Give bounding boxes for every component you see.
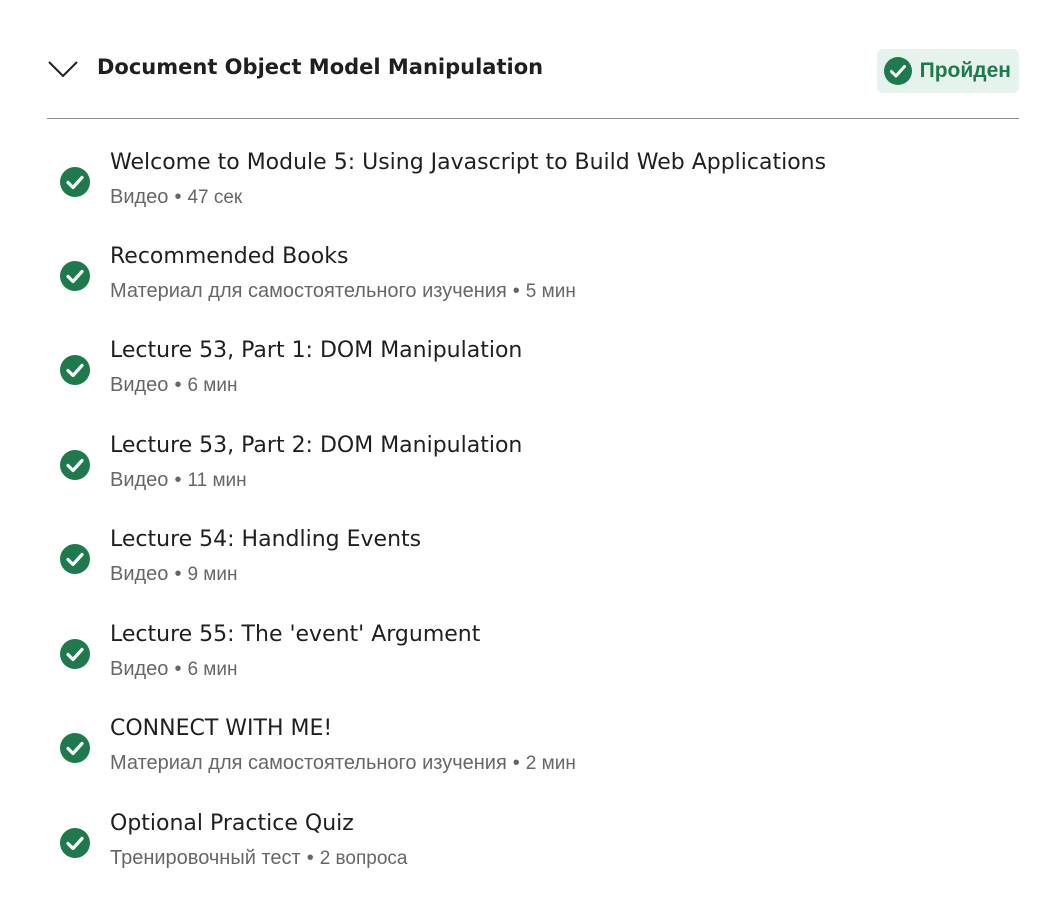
item-type: Материал для самостоятельного изучения — [110, 752, 507, 774]
item-type: Видео — [110, 563, 169, 585]
item-duration: 6 мин — [187, 375, 238, 396]
item-duration: 6 мин — [187, 659, 238, 680]
list-item[interactable]: CONNECT WITH ME! Материал для самостояте… — [60, 716, 1010, 786]
meta-separator: • — [512, 280, 520, 302]
item-type: Тренировочный тест — [110, 847, 301, 869]
check-circle-icon — [60, 450, 90, 480]
item-type: Материал для самостоятельного изучения — [110, 280, 507, 302]
meta-separator: • — [174, 658, 182, 680]
item-meta: Видео • 6 мин — [110, 374, 237, 397]
item-type: Видео — [110, 469, 169, 491]
item-duration: 47 сек — [187, 187, 243, 208]
item-title[interactable]: Recommended Books — [110, 244, 348, 269]
item-title[interactable]: CONNECT WITH ME! — [110, 716, 332, 741]
item-duration: 11 мин — [187, 470, 247, 491]
meta-separator: • — [174, 374, 182, 396]
item-duration: 9 мин — [187, 564, 238, 585]
item-meta: Материал для самостоятельного изучения • 5… — [110, 280, 576, 303]
check-circle-icon — [883, 57, 912, 85]
check-circle-icon — [60, 639, 90, 669]
status-label: Пройден — [919, 59, 1011, 82]
item-meta: Видео • 47 сек — [110, 186, 242, 209]
item-meta: Видео • 6 мин — [110, 658, 237, 681]
item-title[interactable]: Optional Practice Quiz — [110, 811, 354, 836]
list-item[interactable]: Lecture 53, Part 2: DOM Manipulation Вид… — [60, 433, 1010, 503]
status-badge: Пройден — [876, 49, 1019, 93]
check-circle-icon — [60, 167, 90, 197]
item-title[interactable]: Welcome to Module 5: Using Javascript to… — [110, 150, 826, 175]
item-meta: Видео • 9 мин — [110, 563, 237, 586]
check-circle-icon — [60, 261, 90, 291]
meta-separator: • — [306, 847, 314, 869]
item-duration: 2 мин — [525, 753, 576, 774]
meta-separator: • — [174, 563, 182, 585]
check-circle-icon — [60, 355, 90, 385]
header-divider — [47, 118, 1019, 119]
item-title[interactable]: Lecture 55: The 'event' Argument — [110, 622, 480, 647]
list-item[interactable]: Lecture 54: Handling Events Видео • 9 мин — [60, 527, 1010, 597]
list-item[interactable]: Optional Practice Quiz Тренировочный тес… — [60, 811, 1010, 881]
item-type: Видео — [110, 658, 169, 680]
meta-separator: • — [174, 186, 182, 208]
meta-separator: • — [512, 752, 520, 774]
item-type: Видео — [110, 186, 169, 208]
list-item[interactable]: Lecture 55: The 'event' Argument Видео • 6… — [60, 622, 1010, 692]
item-meta: Тренировочный тест • 2 вопроса — [110, 847, 408, 870]
list-item[interactable]: Welcome to Module 5: Using Javascript to… — [60, 150, 1010, 220]
check-circle-icon — [60, 733, 90, 763]
meta-separator: • — [174, 469, 182, 491]
item-meta: Материал для самостоятельного изучения • 2… — [110, 752, 576, 775]
module-header[interactable]: Document Object Model Manipulation Пройд… — [47, 48, 1019, 94]
item-meta: Видео • 11 мин — [110, 469, 247, 492]
check-circle-icon — [60, 544, 90, 574]
check-circle-icon — [60, 828, 90, 858]
item-title[interactable]: Lecture 53, Part 2: DOM Manipulation — [110, 433, 522, 458]
chevron-down-icon[interactable] — [47, 54, 79, 82]
list-item[interactable]: Recommended Books Материал для самостоят… — [60, 244, 1010, 314]
list-item[interactable]: Lecture 53, Part 1: DOM Manipulation Вид… — [60, 338, 1010, 408]
item-duration: 2 вопроса — [319, 848, 408, 869]
item-duration: 5 мин — [525, 281, 576, 302]
item-title[interactable]: Lecture 53, Part 1: DOM Manipulation — [110, 338, 522, 363]
item-title[interactable]: Lecture 54: Handling Events — [110, 527, 421, 552]
module-title[interactable]: Document Object Model Manipulation — [97, 55, 543, 79]
item-type: Видео — [110, 374, 169, 396]
